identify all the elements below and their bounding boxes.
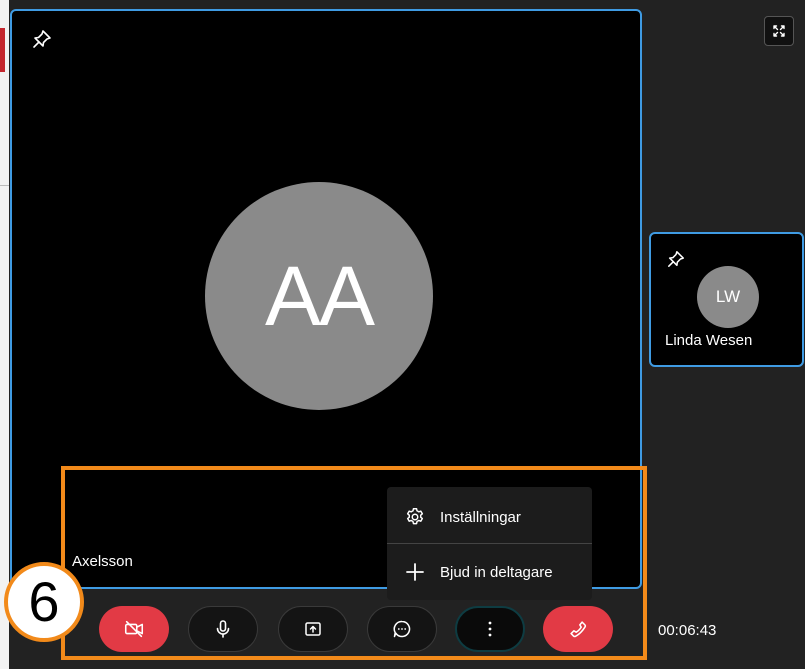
more-options-menu: Inställningar Bjud in deltagare — [387, 487, 592, 600]
call-duration: 00:06:43 — [658, 622, 717, 639]
microphone-button[interactable] — [188, 606, 258, 652]
pin-icon[interactable] — [32, 29, 52, 49]
side-participant-name: Linda Wesen — [665, 332, 753, 349]
microphone-icon — [216, 620, 230, 638]
main-participant-name: Axelsson — [72, 553, 133, 570]
share-screen-button[interactable] — [278, 606, 348, 652]
chat-icon — [393, 620, 411, 638]
background-app-edge — [0, 0, 9, 669]
menu-item-label: Bjud in deltagare — [440, 563, 553, 581]
more-options-button[interactable] — [455, 606, 525, 652]
menu-item-settings[interactable]: Inställningar — [387, 489, 592, 545]
chat-button[interactable] — [367, 606, 437, 652]
pin-icon[interactable] — [667, 250, 685, 268]
hang-up-button[interactable] — [543, 606, 613, 652]
fullscreen-button[interactable] — [764, 16, 794, 46]
phone-icon — [570, 621, 587, 638]
annotation-step-badge: 6 — [4, 562, 84, 642]
plus-icon — [404, 561, 426, 583]
main-participant-avatar: AA — [205, 182, 433, 410]
gear-icon — [404, 506, 426, 528]
menu-item-label: Inställningar — [440, 508, 521, 526]
side-participant-avatar: LW — [697, 266, 759, 328]
background-app-accent — [0, 28, 5, 72]
expand-icon — [773, 25, 785, 37]
menu-item-invite[interactable]: Bjud in deltagare — [387, 544, 592, 600]
video-off-icon — [124, 620, 144, 638]
background-app-divider — [0, 185, 9, 186]
share-screen-icon — [305, 622, 321, 636]
more-vertical-icon — [488, 621, 492, 637]
camera-toggle-button[interactable] — [99, 606, 169, 652]
side-participant-tile[interactable]: LW Linda Wesen — [649, 232, 804, 367]
